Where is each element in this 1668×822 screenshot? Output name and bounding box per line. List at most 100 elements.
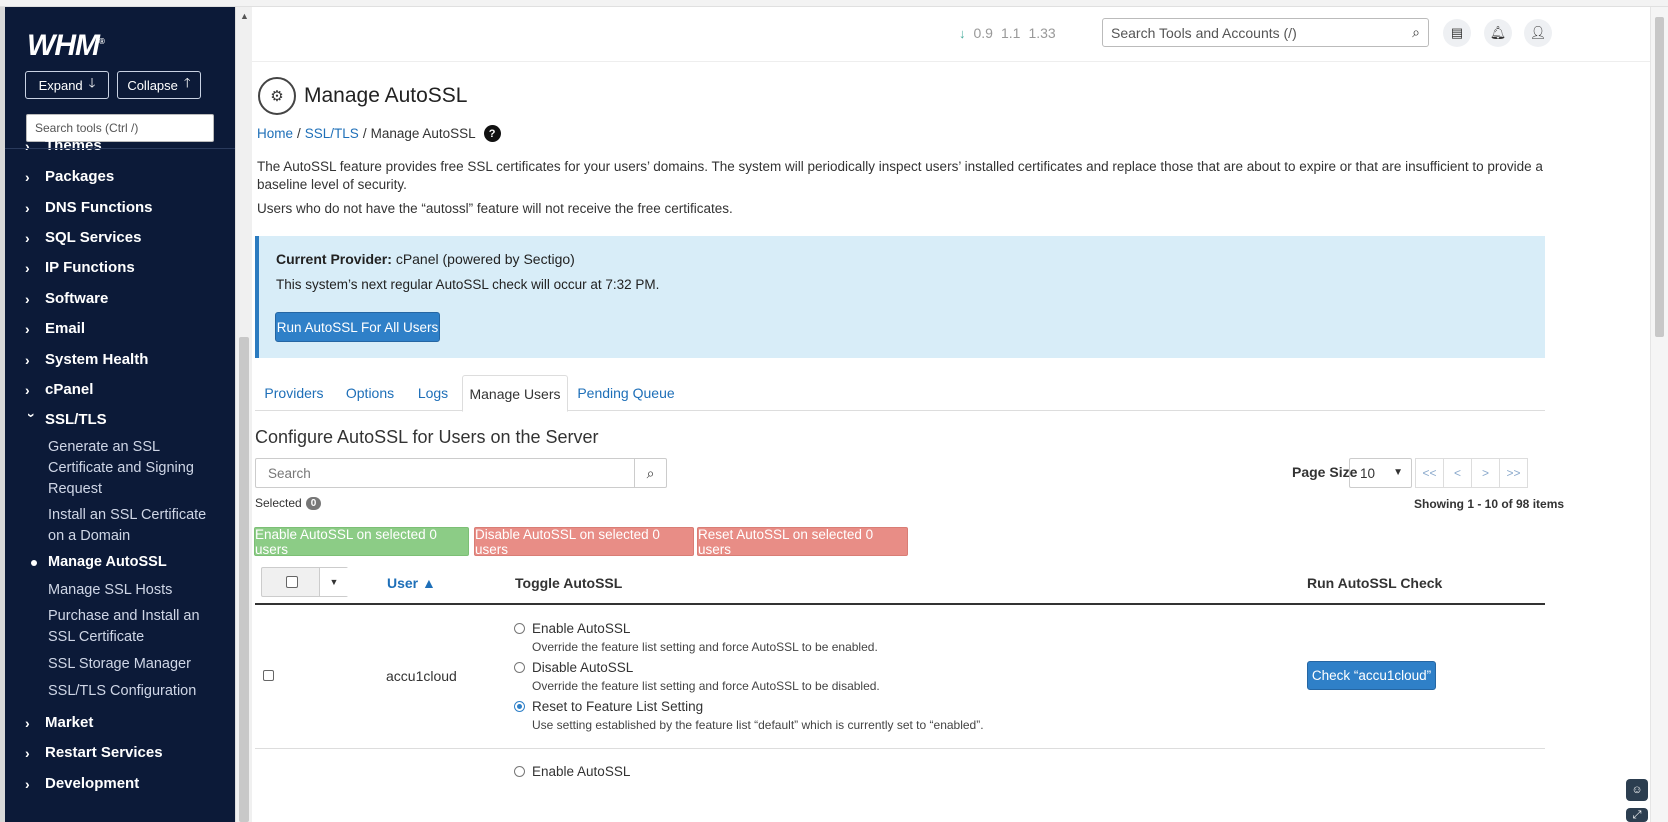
sidebar-item-dns-functions[interactable]: › DNS Functions [25,199,153,216]
radio-desc: Override the feature list setting and fo… [532,679,880,693]
tab-logs[interactable]: Logs [407,375,459,411]
help-icon[interactable]: ? [483,125,501,142]
sidebar-item-sql-services[interactable]: › SQL Services [25,229,141,246]
current-provider: Current Provider: cPanel (powered by Sec… [276,251,575,267]
radio-label: Enable AutoSSL [532,621,631,636]
radio-dot[interactable] [514,662,525,673]
row-checkbox[interactable] [263,670,274,681]
selected-count: Selected 0 [255,496,322,510]
page-title: Manage AutoSSL [304,84,468,107]
sidebar-scrollbar[interactable]: ▲ [235,7,252,822]
sidebar-item-restart-services[interactable]: › Restart Services [25,744,163,761]
page-scroll-thumb[interactable] [1655,17,1664,337]
sidebar-item-label: Development [45,775,140,792]
pager-prev[interactable]: < [1443,458,1472,488]
radio-label: Enable AutoSSL [532,764,631,779]
window-top-strip [0,0,1668,7]
arrow-up-icon: 🡑 [183,75,191,90]
sidebar-item-ssl-tls[interactable]: › SSL/TLS [24,411,107,428]
tab-providers[interactable]: Providers [255,375,333,411]
load-5: 1.1 [1000,25,1021,41]
breadcrumb-sep: / [297,126,301,141]
sidebar-item-email[interactable]: › Email [25,320,85,337]
sidebar-sub-purchase-ssl[interactable]: Purchase and Install an SSL Certificate [48,606,218,648]
page-scrollbar[interactable] [1650,7,1668,822]
collapse-button[interactable]: Collapse 🡑 [117,71,201,99]
chevron-right-icon: › [25,775,30,792]
sidebar-sub-manage-autossl[interactable]: Manage AutoSSL [48,552,218,573]
top-search-input[interactable]: Search Tools and Accounts (/) ⌕ [1102,18,1429,47]
chevron-right-icon: › [25,714,30,731]
users-search-input[interactable]: Search [255,458,635,488]
sidebar-item-market[interactable]: › Market [25,714,93,731]
disable-selected-button[interactable]: Disable AutoSSL on selected 0 users [474,527,694,557]
breadcrumb: Home / SSL/TLS / Manage AutoSSL ? [257,125,501,142]
search-icon[interactable]: ⌕ [1412,24,1420,41]
pager-next[interactable]: > [1471,458,1500,488]
sidebar-item-label: Themes [45,137,102,154]
expand-icon[interactable]: ⤢ [1626,808,1648,822]
breadcrumb-current: Manage AutoSSL [370,126,476,141]
bell-icon[interactable]: 🔔︎ [1484,19,1512,47]
sidebar-item-ip-functions[interactable]: › IP Functions [25,259,135,276]
provider-value: cPanel (powered by Sectigo) [395,251,575,267]
enable-selected-button[interactable]: Enable AutoSSL on selected 0 users [254,527,469,557]
users-search-button[interactable]: ⌕ [634,458,667,488]
breadcrumb-home[interactable]: Home [257,126,293,141]
radio-dot[interactable] [514,766,525,777]
pager: << < > >> [1415,458,1528,488]
sidebar-item-development[interactable]: › Development [25,775,139,792]
sidebar-sub-generate-ssl[interactable]: Generate an SSL Certificate and Signing … [48,437,218,500]
sidebar-item-packages[interactable]: › Packages [25,168,114,185]
tab-pending-queue[interactable]: Pending Queue [571,375,681,411]
chat-icon[interactable]: ☺ [1626,779,1648,801]
selected-badge: 0 [305,496,322,510]
caret-down-icon: ▼ [329,577,339,587]
server-load: ↓ 0.9 1.1 1.33 [959,25,1056,41]
page-size-value: 10 [1360,465,1376,481]
pager-first[interactable]: << [1415,458,1444,488]
tab-manage-users[interactable]: Manage Users [462,375,568,412]
select-menu-dropdown[interactable]: ▼ [319,568,348,596]
breadcrumb-ssl-tls[interactable]: SSL/TLS [305,126,359,141]
page-size-select[interactable]: 10 ▼ [1349,458,1412,488]
chevron-right-icon: › [25,137,30,154]
ticket-icon[interactable]: ▤ [1443,19,1471,47]
chevron-right-icon: › [25,229,30,246]
radio-dot-selected[interactable] [514,701,525,712]
sidebar-sub-manage-ssl-hosts[interactable]: Manage SSL Hosts [48,580,218,601]
sidebar-item-system-health[interactable]: › System Health [25,351,148,368]
browser-frame: WHM® Expand 🡓 Collapse 🡑 Search tools (C… [0,0,1668,822]
reset-selected-button[interactable]: Reset AutoSSL on selected 0 users [697,527,908,557]
check-user-button[interactable]: Check “accu1cloud” [1307,661,1436,690]
pager-last[interactable]: >> [1499,458,1528,488]
sidebar-item-label: DNS Functions [45,199,153,216]
sidebar-item-cpanel[interactable]: › cPanel [25,381,93,398]
sidebar-item-label: Email [45,320,86,337]
sidebar-item-software[interactable]: › Software [25,290,108,307]
sidebar: WHM® Expand 🡓 Collapse 🡑 Search tools (C… [5,7,235,822]
sidebar-sub-install-ssl[interactable]: Install an SSL Certificate on a Domain [48,505,218,547]
table-header: ▼ User ▲ Toggle AutoSSL Run AutoSSL Chec… [255,567,1545,605]
tab-options[interactable]: Options [335,375,405,411]
top-header: ↓ 0.9 1.1 1.33 Search Tools and Accounts… [252,7,1650,62]
page-size-label: Page Size [1292,464,1358,480]
sidebar-scroll-thumb[interactable] [239,337,249,822]
chevron-right-icon: › [25,168,30,185]
sidebar-sub-ssl-storage[interactable]: SSL Storage Manager [48,654,218,675]
radio-dot[interactable] [514,623,525,634]
sidebar-item-themes[interactable]: › Themes [25,137,102,154]
column-user[interactable]: User ▲ [387,575,436,591]
sidebar-item-label: Software [45,290,109,307]
select-all-checkbox[interactable] [286,576,298,588]
sidebar-item-label: SQL Services [45,229,142,246]
chevron-right-icon: › [25,744,30,761]
whm-logo[interactable]: WHM® [27,29,105,63]
expand-button[interactable]: Expand 🡓 [25,71,109,99]
sidebar-sub-ssl-tls-config[interactable]: SSL/TLS Configuration [48,681,218,702]
user-icon[interactable]: 👤︎ [1524,19,1552,47]
run-autossl-all-button[interactable]: Run AutoSSL For All Users [275,312,440,342]
chevron-right-icon: › [25,381,30,398]
scroll-up-icon[interactable]: ▲ [240,11,249,21]
provider-info-box: Current Provider: cPanel (powered by Sec… [255,236,1545,358]
